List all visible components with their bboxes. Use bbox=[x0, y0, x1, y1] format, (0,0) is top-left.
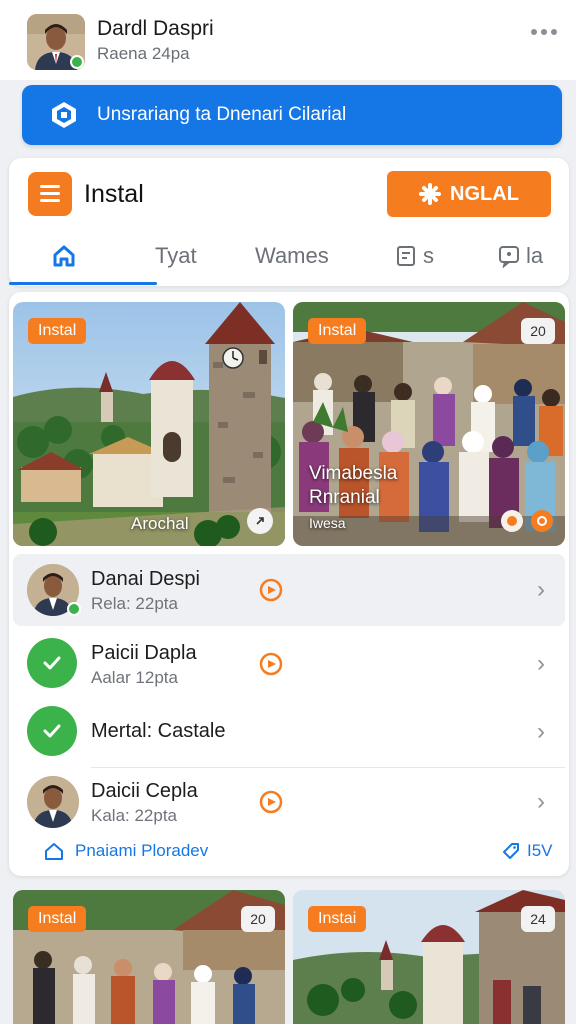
tile-tag: Instal bbox=[308, 318, 367, 344]
row-subtitle: Rela: 22pta bbox=[91, 594, 178, 613]
banner-text: Unsrariang ta Dnenari Cilarial bbox=[97, 104, 347, 125]
chat-icon bbox=[507, 516, 517, 526]
footer-link-label: Pnaiami Ploradev bbox=[75, 841, 209, 860]
tile-tag: Instal bbox=[28, 906, 87, 932]
profile-header: Dardl Daspri Raena 24pa bbox=[0, 0, 576, 80]
tile-title: Vimabesla Rnranial bbox=[309, 462, 397, 510]
expand-icon bbox=[256, 517, 264, 525]
install-card: Instal NGLAL Tyat Wames s la bbox=[9, 158, 569, 286]
tile-subtitle: Iwesa bbox=[309, 515, 346, 531]
tab-label: la bbox=[526, 243, 544, 268]
tab-la[interactable]: la bbox=[498, 238, 543, 274]
nglal-button-label: NGLAL bbox=[450, 182, 519, 205]
tab-s[interactable]: s bbox=[395, 238, 434, 274]
tab-wames[interactable]: Wames bbox=[255, 238, 329, 274]
tile-tag: Instal bbox=[28, 318, 87, 344]
avatar[interactable] bbox=[27, 14, 85, 70]
profile-name: Dardl Daspri bbox=[97, 17, 214, 40]
tile-title-line: Vimabesla bbox=[309, 463, 398, 484]
main-card: Instal Arochal Instal 20 Vimabesla Rnran… bbox=[9, 292, 569, 876]
tile-caption: Arochal bbox=[131, 514, 189, 533]
chevron-right-icon: › bbox=[537, 576, 545, 603]
check-icon bbox=[27, 638, 77, 688]
dot-icon bbox=[551, 29, 557, 35]
play-status-icon bbox=[259, 652, 283, 676]
dot-icon bbox=[531, 29, 537, 35]
media-count-badge: 20 bbox=[241, 906, 275, 932]
dot-icon bbox=[541, 29, 547, 35]
media-count-badge: 20 bbox=[521, 318, 555, 344]
play-status-icon bbox=[259, 578, 283, 602]
home-icon bbox=[45, 843, 63, 860]
expand-button[interactable] bbox=[247, 508, 273, 534]
footer-action[interactable]: I5V bbox=[501, 841, 553, 861]
media-tile-crowd-2[interactable]: Instal 20 bbox=[13, 890, 285, 1024]
row-title: Daicii Cepla bbox=[91, 780, 198, 802]
tab-tyat[interactable]: Tyat bbox=[155, 238, 197, 274]
puzzle-icon bbox=[419, 183, 442, 205]
footer-action-label: I5V bbox=[527, 841, 553, 860]
more-options-button[interactable] bbox=[524, 20, 564, 44]
list-item[interactable]: Mertal: Castale › bbox=[13, 696, 565, 768]
settings-button[interactable] bbox=[531, 510, 553, 532]
media-count-badge: 24 bbox=[521, 906, 555, 932]
play-status-icon bbox=[259, 790, 283, 814]
chat-button[interactable] bbox=[501, 510, 523, 532]
tag-icon bbox=[503, 843, 519, 859]
row-title: Mertal: Castale bbox=[91, 720, 226, 742]
chevron-right-icon: › bbox=[537, 718, 545, 745]
footer-link[interactable]: Pnaiami Ploradev bbox=[43, 841, 208, 861]
chat-icon bbox=[499, 246, 519, 268]
list-item[interactable]: Paicii Dapla Aalar 12pta › bbox=[13, 628, 565, 700]
tile-title-line: Rnranial bbox=[309, 486, 380, 508]
media-tile-church-2[interactable]: Instai 24 bbox=[293, 890, 565, 1024]
online-status-icon bbox=[70, 55, 84, 69]
avatar bbox=[27, 776, 79, 828]
row-subtitle: Kala: 22pta bbox=[91, 806, 178, 825]
online-status-icon bbox=[67, 602, 81, 616]
tab-label: Tyat bbox=[155, 243, 197, 268]
list-item[interactable]: Danai Despi Rela: 22pta › bbox=[13, 554, 565, 626]
nglal-button[interactable]: NGLAL bbox=[387, 171, 551, 217]
document-icon bbox=[397, 246, 415, 266]
gear-icon bbox=[537, 516, 547, 526]
tab-label: s bbox=[423, 243, 434, 268]
active-tab-indicator bbox=[9, 282, 157, 285]
media-tile-church[interactable]: Instal Arochal bbox=[13, 302, 285, 546]
tab-label: Wames bbox=[255, 243, 329, 268]
row-title: Danai Despi bbox=[91, 568, 200, 590]
shield-icon bbox=[52, 102, 76, 128]
row-title: Paicii Dapla bbox=[91, 642, 197, 664]
check-icon bbox=[27, 706, 77, 756]
profile-subtitle: Raena 24pa bbox=[97, 44, 190, 63]
media-tile-crowd[interactable]: Instal 20 Vimabesla Rnranial Iwesa bbox=[293, 302, 565, 546]
menu-button[interactable] bbox=[28, 172, 72, 216]
chevron-right-icon: › bbox=[537, 788, 545, 815]
tile-tag: Instai bbox=[308, 906, 367, 932]
home-icon bbox=[53, 245, 75, 267]
chevron-right-icon: › bbox=[537, 650, 545, 677]
tab-home[interactable] bbox=[51, 238, 83, 274]
row-subtitle: Aalar 12pta bbox=[91, 668, 178, 687]
info-banner[interactable]: Unsrariang ta Dnenari Cilarial bbox=[22, 85, 562, 145]
install-title: Instal bbox=[84, 180, 144, 208]
list-item[interactable]: Daicii Cepla Kala: 22pta › bbox=[13, 766, 565, 838]
